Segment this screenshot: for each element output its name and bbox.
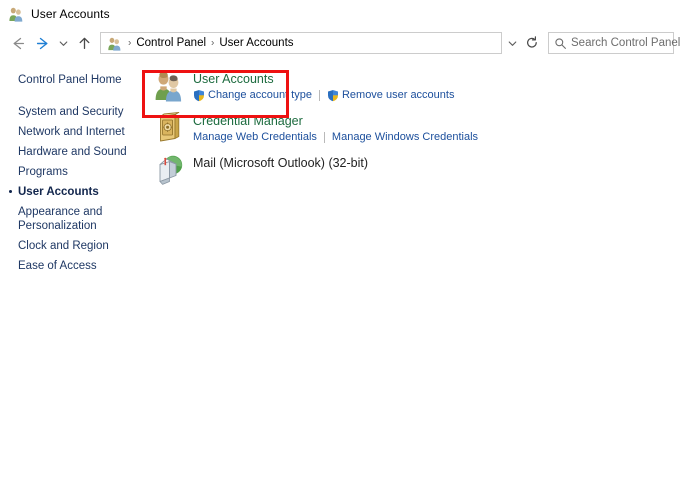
address-dropdown-chevron-down-icon[interactable] [502,33,522,53]
category-title-link[interactable]: Credential Manager [193,114,303,129]
sidebar-item-label: Appearance and Personalization [18,206,103,232]
recent-locations-chevron-down-icon[interactable] [54,31,72,55]
sidebar-item-label: Clock and Region [18,240,109,252]
uac-shield-icon [327,88,339,102]
mail-icon [153,154,185,186]
refresh-icon[interactable] [522,33,542,53]
sidebar-item-label: Hardware and Sound [18,146,127,158]
sidebar-item-network-and-internet[interactable]: Network and Internet [0,122,145,142]
link-divider [318,89,320,101]
category-title-link[interactable]: Mail (Microsoft Outlook) (32-bit) [193,156,368,171]
category-credential-manager: Credential Manager Manage Web Credential… [145,108,680,150]
sidebar-item-programs[interactable]: Programs [0,162,145,182]
category-title-link[interactable]: User Accounts [193,72,274,87]
sidebar-item-label: Network and Internet [18,126,125,138]
sidebar-item-ease-of-access[interactable]: Ease of Access [0,256,145,276]
category-mail: Mail (Microsoft Outlook) (32-bit) [145,150,680,192]
link-label: Manage Web Credentials [193,131,317,143]
window-titlebar: User Accounts [0,0,680,28]
breadcrumb-user-accounts[interactable]: User Accounts [217,37,295,49]
category-text: Credential Manager Manage Web Credential… [193,112,478,144]
sidebar-item-label: Programs [18,166,68,178]
address-toolbar: › Control Panel › User Accounts Search C… [0,28,680,58]
address-user-accounts-icon [107,36,122,51]
link-label: Change account type [208,89,312,101]
credential-vault-icon [153,112,185,144]
sidebar-item-label: Control Panel Home [18,74,122,86]
sidebar-item-system-and-security[interactable]: System and Security [0,102,145,122]
sidebar-item-hardware-and-sound[interactable]: Hardware and Sound [0,142,145,162]
category-links: Change account type Remove user accounts [193,88,454,102]
sidebar-item-label: User Accounts [18,186,99,198]
link-manage-windows-credentials[interactable]: Manage Windows Credentials [332,130,478,144]
sidebar-item-control-panel-home[interactable]: Control Panel Home [0,70,145,90]
user-accounts-icon [153,70,185,102]
window-title: User Accounts [31,7,110,21]
breadcrumb-separator[interactable]: › [208,37,217,48]
breadcrumb-separator[interactable]: › [125,37,134,48]
link-manage-web-credentials[interactable]: Manage Web Credentials [193,130,317,144]
link-change-account-type[interactable]: Change account type [193,88,312,102]
user-accounts-icon [8,6,24,22]
sidebar: Control Panel Home System and Security N… [0,58,145,276]
uac-shield-icon [193,88,205,102]
sidebar-item-label: System and Security [18,106,124,118]
search-control-panel-box[interactable]: Search Control Panel [548,32,680,54]
search-input[interactable]: Search Control Panel [571,37,680,49]
back-arrow-icon[interactable] [6,31,30,55]
sidebar-item-label: Ease of Access [18,260,97,272]
sidebar-item-user-accounts[interactable]: User Accounts [0,182,145,202]
address-bar-controls [502,33,542,53]
category-text: User Accounts Change account type Remove… [193,70,454,102]
category-list: User Accounts Change account type Remove… [145,58,680,192]
up-arrow-icon[interactable] [72,31,96,55]
category-links: Manage Web Credentials Manage Windows Cr… [193,130,478,144]
category-text: Mail (Microsoft Outlook) (32-bit) [193,154,368,172]
breadcrumb-control-panel[interactable]: Control Panel [134,37,208,49]
link-label: Remove user accounts [341,89,455,101]
category-user-accounts: User Accounts Change account type Remove… [145,66,680,108]
address-bar[interactable]: › Control Panel › User Accounts [100,32,502,54]
content-area: Control Panel Home System and Security N… [0,58,680,500]
sidebar-item-appearance-and-personalization[interactable]: Appearance and Personalization [0,202,145,236]
forward-arrow-icon[interactable] [30,31,54,55]
link-label: Manage Windows Credentials [331,131,479,143]
link-divider [323,131,325,143]
search-icon [549,37,571,50]
sidebar-current-bullet-icon [9,190,12,193]
link-remove-user-accounts[interactable]: Remove user accounts [327,88,455,102]
sidebar-item-clock-and-region[interactable]: Clock and Region [0,236,145,256]
